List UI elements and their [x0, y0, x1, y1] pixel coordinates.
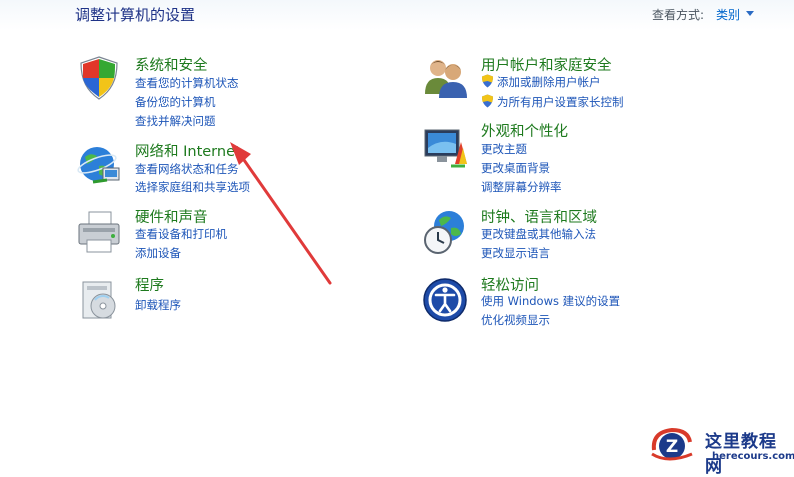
view-by-dropdown[interactable]: 类别: [716, 6, 740, 23]
category-hardware: 硬件和声音 查看设备和打印机 添加设备: [75, 206, 375, 264]
troubleshoot-link[interactable]: 查找并解决问题: [135, 113, 216, 129]
ease-of-access-icon[interactable]: [421, 276, 469, 324]
category-clock: 时钟、语言和区域 更改键盘或其他输入法 更改显示语言: [421, 206, 741, 264]
watermark-logo-letter: Z: [666, 437, 678, 457]
appearance-title[interactable]: 外观和个性化: [481, 120, 568, 141]
view-by-label: 查看方式:: [652, 8, 705, 22]
category-users: 用户帐户和家庭安全 添加或删除用户帐户 为所有用户设置家长控制: [421, 54, 741, 112]
dropdown-arrow-icon[interactable]: [746, 11, 754, 16]
page-title: 调整计算机的设置: [75, 6, 196, 24]
programs-icon[interactable]: [75, 276, 123, 324]
security-shield-icon[interactable]: [75, 54, 123, 102]
user-accounts-icon[interactable]: [421, 54, 469, 102]
clock-globe-icon[interactable]: [421, 208, 469, 256]
optimize-display-link[interactable]: 优化视频显示: [481, 312, 550, 328]
watermark-site-domain: herecours.com: [712, 451, 794, 462]
category-appearance: 外观和个性化 更改主题 更改桌面背景 调整屏幕分辨率: [421, 120, 741, 196]
parental-controls-text: 为所有用户设置家长控制: [497, 95, 624, 109]
watermark-logo-icon: Z: [651, 427, 693, 461]
appearance-monitor-icon[interactable]: [421, 124, 469, 172]
recommended-settings-link[interactable]: 使用 Windows 建议的设置: [481, 293, 620, 309]
ease-of-access-title[interactable]: 轻松访问: [481, 274, 539, 295]
screen-resolution-link[interactable]: 调整屏幕分辨率: [481, 179, 562, 195]
category-ease-of-access: 轻松访问 使用 Windows 建议的设置 优化视频显示: [421, 274, 741, 332]
uac-shield-icon: [482, 94, 493, 108]
category-system-security: 系统和安全 查看您的计算机状态 备份您的计算机 查找并解决问题: [75, 54, 375, 130]
system-security-title[interactable]: 系统和安全: [135, 54, 208, 75]
clock-language-title[interactable]: 时钟、语言和区域: [481, 206, 597, 227]
uac-shield-icon: [482, 74, 493, 88]
devices-printers-link[interactable]: 查看设备和打印机: [135, 226, 227, 242]
change-display-language-link[interactable]: 更改显示语言: [481, 245, 550, 261]
view-computer-status-link[interactable]: 查看您的计算机状态: [135, 75, 239, 91]
programs-title[interactable]: 程序: [135, 274, 164, 295]
change-keyboard-link[interactable]: 更改键盘或其他输入法: [481, 226, 596, 242]
add-device-link[interactable]: 添加设备: [135, 245, 181, 261]
printer-icon[interactable]: [75, 208, 123, 256]
homegroup-sharing-link[interactable]: 选择家庭组和共享选项: [135, 179, 250, 195]
backup-computer-link[interactable]: 备份您的计算机: [135, 94, 216, 110]
uninstall-program-link[interactable]: 卸载程序: [135, 297, 181, 313]
user-accounts-title[interactable]: 用户帐户和家庭安全: [481, 54, 612, 75]
network-internet-title[interactable]: 网络和 Internet: [135, 140, 241, 161]
hardware-sound-title[interactable]: 硬件和声音: [135, 206, 208, 227]
category-programs: 程序 卸载程序: [75, 274, 375, 324]
category-network: 网络和 Internet 查看网络状态和任务 选择家庭组和共享选项: [75, 140, 375, 198]
change-theme-link[interactable]: 更改主题: [481, 141, 527, 157]
change-background-link[interactable]: 更改桌面背景: [481, 160, 550, 176]
view-network-status-link[interactable]: 查看网络状态和任务: [135, 161, 239, 177]
add-remove-accounts-text: 添加或删除用户帐户: [497, 75, 601, 89]
network-globe-icon[interactable]: [75, 142, 123, 190]
